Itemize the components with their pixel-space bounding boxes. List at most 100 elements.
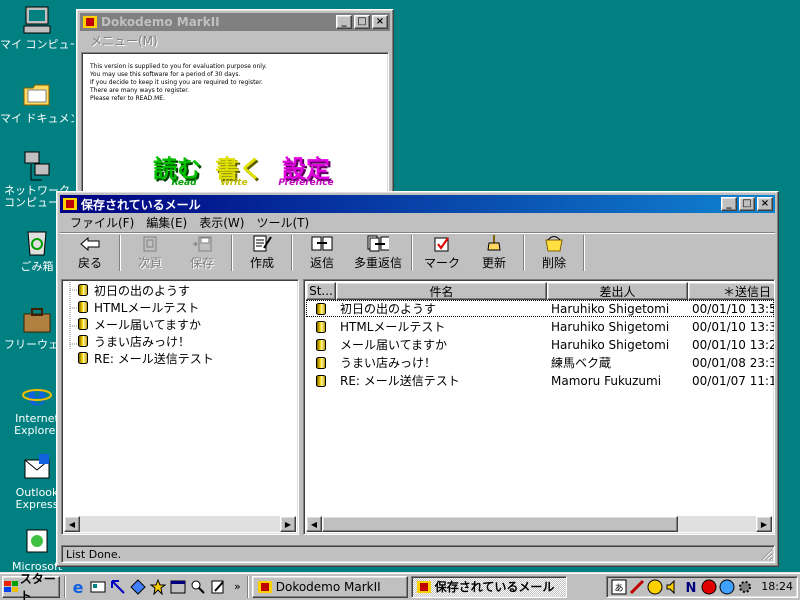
ie-icon[interactable]: e <box>70 578 86 597</box>
close-button[interactable]: × <box>757 197 773 211</box>
column-subject[interactable]: 件名 <box>336 282 547 300</box>
app-logo-icon <box>82 15 98 29</box>
save-icon <box>191 235 213 252</box>
resize-grip-icon[interactable] <box>761 549 773 561</box>
ime-icon[interactable]: あ <box>611 579 627 595</box>
arrow-icon[interactable] <box>110 579 126 595</box>
folder-icon <box>21 78 53 110</box>
scroll-thumb[interactable] <box>322 516 678 532</box>
start-button[interactable]: スタート <box>2 572 60 600</box>
task-label: Dokodemo MarkII <box>275 579 381 594</box>
gear-icon[interactable] <box>737 579 753 595</box>
menu-edit[interactable]: 編集(E) <box>140 214 193 231</box>
task-dokodemo[interactable]: Dokodemo MarkII <box>251 575 408 598</box>
scroll-track[interactable] <box>678 516 756 532</box>
scroll-left-icon[interactable]: ◀ <box>306 516 322 532</box>
subject-cell: 初日の出のようす <box>340 302 437 316</box>
status-text: List Done. <box>66 548 122 561</box>
clock[interactable]: 18:24 <box>761 580 793 593</box>
delete-button[interactable]: 削除 <box>528 235 580 271</box>
compose-button[interactable]: 作成 <box>236 235 288 271</box>
maximize-button[interactable]: □ <box>354 15 370 29</box>
scroll-left-icon[interactable]: ◀ <box>64 516 80 532</box>
message-can-icon <box>78 335 88 347</box>
status-cell <box>306 302 336 315</box>
refresh-button[interactable]: 更新 <box>468 235 520 271</box>
dokodemo-menubar: メニュー(M) <box>80 31 390 50</box>
column-from[interactable]: 差出人 <box>547 282 688 300</box>
tree-item[interactable]: RE: メール送信テスト <box>78 350 214 366</box>
multi-reply-button[interactable]: 多重返信 <box>348 235 408 271</box>
minimize-button[interactable]: _ <box>721 197 737 211</box>
tree-item[interactable]: うまい店みっけ！ <box>78 333 190 349</box>
app-logo-icon <box>257 580 272 593</box>
button-label: 次頁 <box>137 256 162 270</box>
recycle-bin-icon <box>21 226 53 258</box>
windows-logo-icon <box>4 580 18 592</box>
date-cell: 00/01/08 23:39 <box>692 355 774 370</box>
tree-horizontal-scrollbar[interactable]: ◀ ▶ <box>64 516 296 532</box>
network-tray-icon[interactable]: N <box>683 579 699 596</box>
column-status[interactable]: St... <box>306 282 336 300</box>
tree-item[interactable]: HTMLメールテスト <box>78 299 199 315</box>
shield-icon[interactable] <box>701 579 717 595</box>
maximize-button[interactable]: □ <box>739 197 755 211</box>
more-chevron-icon[interactable]: » <box>234 580 241 593</box>
desktop-icon-my-documents[interactable]: マイ ドキュメント <box>0 78 74 125</box>
face-icon[interactable] <box>647 579 663 595</box>
scroll-right-icon[interactable]: ▶ <box>280 516 296 532</box>
table-row[interactable]: うまい店みっけ！ 練馬ベク蔵 00/01/08 23:39 <box>306 354 774 371</box>
tree-item[interactable]: 初日の出のようす <box>78 282 190 298</box>
scroll-right-icon[interactable]: ▶ <box>756 516 772 532</box>
saved-mail-titlebar[interactable]: 保存されているメール _ □ × <box>60 195 775 213</box>
table-row[interactable]: RE: メール送信テスト Mamoru Fukuzumi 00/01/07 11… <box>306 372 774 389</box>
desktop-icon[interactable] <box>90 579 106 595</box>
window-icon[interactable] <box>170 579 186 595</box>
menu-tools[interactable]: ツール(T) <box>250 214 315 231</box>
message-can-icon <box>78 318 88 330</box>
tree-item[interactable]: メール届いてますか <box>78 316 201 332</box>
globe-icon[interactable] <box>719 579 735 595</box>
column-date[interactable]: ＊送信日 <box>688 282 774 300</box>
volume-icon[interactable] <box>665 579 681 595</box>
reply-button[interactable]: 返信 <box>296 235 348 271</box>
star-icon[interactable] <box>149 578 167 595</box>
button-label: 更新 <box>481 256 506 270</box>
date-cell: 00/01/10 13:58 <box>692 301 774 316</box>
mark-button[interactable]: マーク <box>416 235 468 271</box>
table-row[interactable]: 初日の出のようす Haruhiko Shigetomi 00/01/10 13:… <box>306 300 774 317</box>
notice-line: There are many ways to register. <box>90 87 190 94</box>
edit-icon[interactable] <box>210 579 226 595</box>
compose-icon <box>251 234 273 252</box>
message-can-icon <box>316 356 326 369</box>
subject-cell: RE: メール送信テスト <box>340 374 460 388</box>
table-row[interactable]: HTMLメールテスト Haruhiko Shigetomi 00/01/10 1… <box>306 318 774 335</box>
task-saved-mail[interactable]: 保存されているメール <box>410 575 567 598</box>
scroll-track[interactable] <box>80 516 280 532</box>
pen-icon[interactable] <box>629 579 645 595</box>
close-button[interactable]: × <box>372 15 388 29</box>
desktop-icon-my-computer[interactable]: マイ コンピュータ <box>0 4 74 51</box>
next-page-button[interactable]: 次頁 <box>124 235 176 271</box>
write-logo[interactable]: 書く Write <box>208 149 270 188</box>
diamond-icon[interactable] <box>130 578 146 595</box>
tree-item-label: メール届いてますか <box>94 317 202 332</box>
search-icon[interactable] <box>190 579 206 595</box>
dokodemo-titlebar[interactable]: Dokodemo MarkII _ □ × <box>80 13 390 31</box>
read-logo[interactable]: 読む Read <box>146 149 208 188</box>
menu-file[interactable]: ファイル(F) <box>64 214 140 231</box>
status-cell <box>306 356 336 369</box>
menu-view[interactable]: 表示(W) <box>193 214 250 231</box>
button-label: マーク <box>423 256 460 270</box>
preference-logo[interactable]: 設定 Preference <box>270 149 342 188</box>
minimize-button[interactable]: _ <box>336 15 352 29</box>
back-button[interactable]: 戻る <box>64 235 116 271</box>
table-row[interactable]: メール届いてますか Haruhiko Shigetomi 00/01/10 13… <box>306 336 774 353</box>
save-button[interactable]: 保存 <box>176 235 228 271</box>
window-title: 保存されているメール <box>81 197 201 212</box>
list-horizontal-scrollbar[interactable]: ◀ ▶ <box>306 516 772 532</box>
tree-item-label: HTMLメールテスト <box>94 300 200 315</box>
computer-icon <box>21 4 53 36</box>
menu-item[interactable]: メニュー(M) <box>84 32 164 49</box>
svg-text:N: N <box>686 581 697 595</box>
